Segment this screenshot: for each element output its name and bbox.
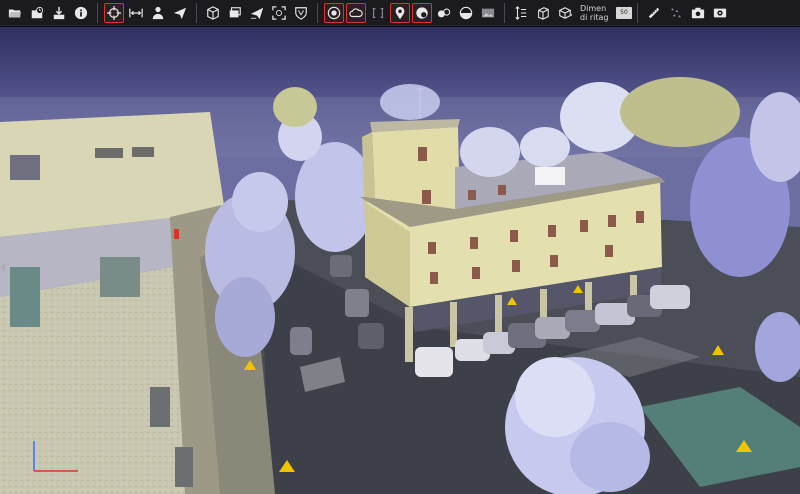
point-cloud-scene bbox=[0, 77, 800, 494]
color-rgb-button[interactable] bbox=[412, 2, 432, 23]
layers-button[interactable] bbox=[225, 3, 245, 23]
display-group bbox=[323, 0, 499, 26]
navigate-orbit-button[interactable] bbox=[104, 2, 124, 23]
fly-mode-button[interactable] bbox=[170, 3, 190, 23]
toolbar-separator bbox=[504, 2, 505, 23]
point-cloud-viewport[interactable] bbox=[0, 27, 800, 494]
clip-box-button[interactable] bbox=[368, 3, 388, 23]
color-ball-icon bbox=[416, 6, 428, 19]
toolbar-separator bbox=[97, 2, 98, 23]
half-circle-icon bbox=[459, 6, 473, 19]
toolbar-separator bbox=[196, 2, 197, 23]
shield-icon bbox=[295, 6, 307, 20]
droplets-icon bbox=[437, 8, 451, 17]
main-toolbar: Dimen di ritag 50 bbox=[0, 0, 800, 26]
target-circle-button[interactable] bbox=[324, 2, 344, 23]
box-3d-icon bbox=[558, 6, 572, 19]
measure-ruler-button[interactable] bbox=[644, 3, 664, 23]
color-intensity-button[interactable] bbox=[434, 3, 454, 23]
navigation-group bbox=[103, 0, 191, 26]
send-icon bbox=[250, 7, 264, 19]
cloud-mode-button[interactable] bbox=[346, 2, 366, 23]
cube-view-button[interactable] bbox=[203, 3, 223, 23]
person-icon bbox=[152, 6, 164, 19]
section-box-button[interactable] bbox=[533, 3, 553, 23]
chevron-left-icon bbox=[1, 263, 5, 271]
info-button[interactable] bbox=[71, 3, 91, 23]
tools-group bbox=[643, 0, 731, 26]
screenshot-button[interactable] bbox=[688, 3, 708, 23]
height-icon bbox=[515, 5, 527, 20]
camera-icon bbox=[691, 7, 705, 18]
section-icon bbox=[538, 6, 549, 20]
record-video-button[interactable] bbox=[710, 3, 730, 23]
send-view-button[interactable] bbox=[247, 3, 267, 23]
half-moon-button[interactable] bbox=[456, 3, 476, 23]
toolbar-separator bbox=[317, 2, 318, 23]
points-icon bbox=[671, 7, 681, 18]
location-pin-button[interactable] bbox=[390, 2, 410, 23]
open-recent-button[interactable] bbox=[27, 3, 47, 23]
fit-view-button[interactable] bbox=[126, 3, 146, 23]
section-group: Dimen di ritag 50 bbox=[510, 0, 632, 26]
point-picker-button[interactable] bbox=[666, 3, 686, 23]
folder-recent-icon bbox=[31, 6, 44, 18]
walk-mode-button[interactable] bbox=[148, 3, 168, 23]
info-icon bbox=[74, 6, 88, 19]
crop-size-label: Dimen di ritag bbox=[580, 4, 614, 22]
view-group bbox=[202, 0, 312, 26]
zoom-extent-button[interactable] bbox=[269, 3, 289, 23]
cloud-icon bbox=[349, 7, 363, 17]
zoom-frame-icon bbox=[272, 5, 286, 20]
location-pin-icon bbox=[395, 6, 405, 19]
video-camera-icon bbox=[713, 8, 727, 17]
paper-plane-icon bbox=[173, 7, 187, 19]
crop-size-label-line1: Dimen bbox=[580, 3, 607, 13]
open-folder-button[interactable] bbox=[5, 3, 25, 23]
height-measure-button[interactable] bbox=[511, 3, 531, 23]
image-icon bbox=[481, 8, 495, 17]
shield-button[interactable] bbox=[291, 3, 311, 23]
bounding-box-button[interactable] bbox=[555, 3, 575, 23]
crop-size-label-line2: di ritag bbox=[580, 12, 609, 22]
save-download-button[interactable] bbox=[49, 3, 69, 23]
target-icon bbox=[327, 6, 341, 19]
download-icon bbox=[53, 6, 65, 19]
image-panel-button[interactable] bbox=[478, 3, 498, 23]
ruler-icon bbox=[648, 7, 660, 18]
folder-open-icon bbox=[8, 9, 22, 17]
file-group bbox=[4, 0, 92, 26]
crosshair-icon bbox=[107, 5, 121, 20]
clip-box-icon bbox=[372, 7, 384, 18]
axis-gizmo bbox=[33, 441, 78, 472]
fit-arrows-icon bbox=[129, 8, 143, 17]
left-panel-toggle[interactable] bbox=[0, 259, 6, 275]
cube-icon bbox=[207, 5, 219, 20]
toolbar-separator bbox=[637, 2, 638, 23]
crop-size-input[interactable]: 50 bbox=[616, 6, 632, 19]
layers-icon bbox=[229, 6, 241, 17]
